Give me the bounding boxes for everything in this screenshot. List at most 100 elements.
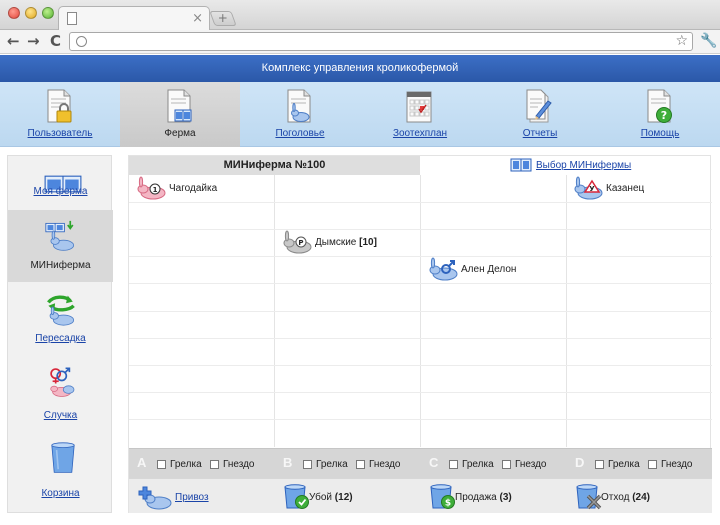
rabbit-name: Казанец [606, 183, 645, 194]
sidebar: Моя ферма МИНиферма Пересадка Случка Кор… [7, 155, 113, 514]
miniferm-panel: МИНиферма №100 Выбор МИНифермы 1 Чагодай… [128, 155, 712, 513]
heater-label: Грелка [608, 459, 640, 470]
browser-tab[interactable]: × [58, 6, 210, 31]
heater-checkbox[interactable] [303, 460, 312, 469]
rabbit-entry[interactable]: Ален Делон [427, 257, 557, 281]
svg-text:У: У [589, 185, 595, 193]
nav-label-zootech-plan: Зоотехплан [392, 128, 448, 139]
cages-small-icon [510, 158, 532, 172]
sidebar-label-mating: Случка [43, 410, 78, 421]
rabbit-entry[interactable]: 1 Чагодайка [135, 176, 265, 200]
section-letter: B [283, 455, 293, 470]
arrival-button[interactable]: Привоз [129, 479, 274, 514]
reload-button[interactable]: C [50, 32, 61, 50]
heater-label: Грелка [170, 459, 202, 470]
choose-miniferm-label: Выбор МИНифермы [536, 160, 632, 171]
grid-row-line [129, 365, 712, 366]
doc-rabbit-icon [287, 89, 311, 123]
nest-checkbox[interactable] [502, 460, 511, 469]
browser-titlebar: × + [0, 0, 720, 31]
new-tab-button[interactable]: + [209, 11, 237, 26]
top-navigation: Пользователь Ферма Поголовье Зоотехплан … [0, 82, 720, 147]
slaughter-text: Убой (12) [309, 492, 353, 503]
sidebar-label-bin: Корзина [41, 488, 80, 499]
waste-bin-icon [576, 484, 602, 510]
sale-item[interactable]: $ Продажа (3) [421, 479, 566, 514]
forward-button[interactable]: → [27, 32, 40, 50]
group-rabbit-icon: P [283, 230, 312, 254]
grid-row-line [129, 419, 712, 420]
minimize-window-button[interactable] [25, 7, 37, 19]
nest-checkbox[interactable] [648, 460, 657, 469]
doc-calendar-icon [406, 91, 432, 123]
nav-item-help[interactable]: ? Помощь [600, 82, 720, 147]
miniferm-rabbit-icon [45, 220, 75, 251]
plus-icon: + [217, 11, 228, 25]
sidebar-item-mating[interactable]: Случка [8, 358, 113, 434]
nav-item-zootech-plan[interactable]: Зоотехплан [360, 82, 480, 147]
address-bar[interactable]: ☆ [69, 32, 693, 51]
arrival-label: Привоз [175, 492, 209, 503]
sidebar-item-miniferm[interactable]: МИНиферма [8, 210, 113, 282]
doc-pencil-icon [526, 89, 552, 123]
svg-text:P: P [298, 239, 303, 247]
slaughter-bin-icon [284, 484, 309, 509]
grid-row-line [129, 283, 712, 284]
section-a: A Грелка Гнездо [129, 449, 274, 479]
transfer-rabbit-icon [47, 295, 75, 326]
bookmark-star-icon[interactable]: ☆ [675, 33, 688, 49]
rabbit-name: Дымские [315, 237, 357, 248]
grid-row-line [129, 311, 712, 312]
actions-row: Привоз Убой (12) $ Продажа (3) Отход (24… [129, 478, 712, 513]
nest-label: Гнездо [223, 459, 255, 470]
svg-text:1: 1 [153, 186, 158, 194]
nav-item-farm[interactable]: Ферма [120, 82, 240, 147]
grid-row-line [129, 229, 712, 230]
heater-checkbox[interactable] [595, 460, 604, 469]
doc-help-icon: ? [647, 89, 672, 123]
waste-count: (24) [632, 492, 651, 503]
nav-label-help: Помощь [640, 128, 680, 139]
nest-label: Гнездо [661, 459, 693, 470]
rabbit-entry[interactable]: У Казанец [572, 176, 702, 200]
nest-label: Гнездо [515, 459, 547, 470]
zoom-window-button[interactable] [42, 7, 54, 19]
nest-checkbox[interactable] [356, 460, 365, 469]
female-rabbit-icon: 1 [137, 176, 166, 200]
section-d: D Грелка Гнездо [567, 449, 712, 479]
grid-row-line [129, 256, 712, 257]
nav-item-reports[interactable]: Отчеты [480, 82, 600, 147]
sidebar-item-transfer[interactable]: Пересадка [8, 282, 113, 358]
slaughter-item[interactable]: Убой (12) [275, 479, 420, 514]
nav-label-reports: Отчеты [522, 128, 558, 139]
male-rabbit-icon: У [574, 176, 603, 200]
nav-label-user: Пользователь [27, 128, 93, 139]
rabbit-name: Чагодайка [169, 183, 218, 194]
section-c: C Грелка Гнездо [421, 449, 566, 479]
rabbit-group-label: Дымские [10] [315, 237, 377, 248]
nest-checkbox[interactable] [210, 460, 219, 469]
nav-item-user[interactable]: Пользователь [0, 82, 120, 147]
nav-item-livestock[interactable]: Поголовье [240, 82, 360, 147]
tab-close-icon[interactable]: × [192, 11, 203, 26]
section-letter: A [137, 455, 147, 470]
back-button[interactable]: ← [7, 32, 20, 50]
sale-label: Продажа [455, 492, 497, 503]
close-window-button[interactable] [8, 7, 20, 19]
wrench-menu-icon[interactable]: 🔧 [700, 33, 717, 49]
sidebar-item-bin[interactable]: Корзина [8, 434, 113, 514]
waste-item[interactable]: Отход (24) [567, 479, 712, 514]
heater-label: Грелка [316, 459, 348, 470]
sale-count: (3) [499, 492, 512, 503]
rabbit-name: Ален Делон [461, 264, 517, 275]
grid-row-line [129, 392, 712, 393]
miniferm-title: МИНиферма №100 [129, 156, 420, 175]
heater-checkbox[interactable] [157, 460, 166, 469]
rabbit-group-entry[interactable]: P Дымские [10] [281, 230, 411, 254]
mating-icon [50, 367, 75, 397]
globe-icon [76, 36, 87, 47]
heater-checkbox[interactable] [449, 460, 458, 469]
male-rabbit-icon [429, 257, 458, 281]
sidebar-item-my-farm[interactable]: Моя ферма [8, 156, 113, 210]
sale-text: Продажа (3) [455, 492, 512, 503]
